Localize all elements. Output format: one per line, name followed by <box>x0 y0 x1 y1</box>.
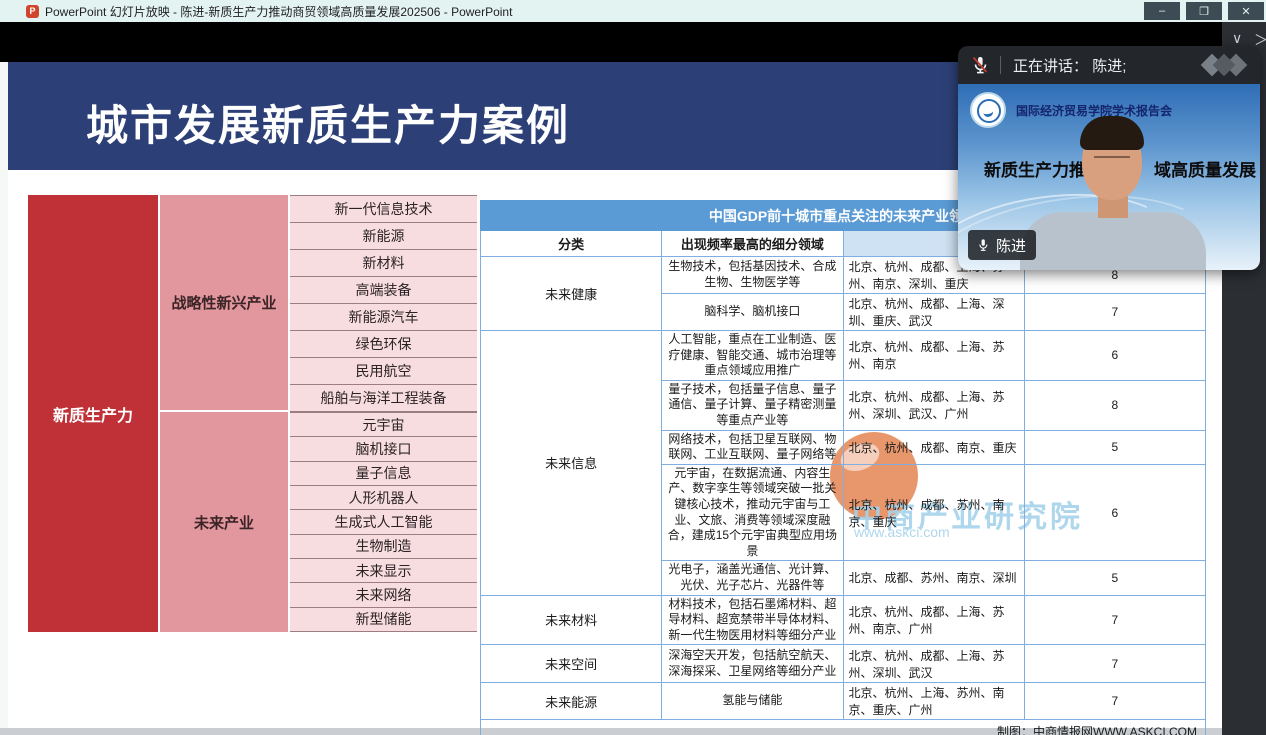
hierarchy-item: 未来网络 <box>290 583 477 607</box>
hierarchy-root-cell: 新质生产力 <box>28 195 160 632</box>
hierarchy-item: 新材料 <box>290 250 477 277</box>
hierarchy-item: 未来显示 <box>290 559 477 583</box>
talk-title-right: 域高质量发展 <box>1154 156 1256 181</box>
university-logo-icon <box>970 92 1006 128</box>
count-cell: 5 <box>1024 561 1205 595</box>
field-cell: 量子技术，包括量子信息、量子通信、量子计算、量子精密测量等重点产业等 <box>662 380 843 430</box>
restore-button[interactable]: ❐ <box>1186 2 1222 20</box>
hierarchy-items-strategic: 新一代信息技术 新能源 新材料 高端装备 新能源汽车 绿色环保 民用航空 船舶与… <box>290 195 477 412</box>
speaker-shoulders <box>1020 212 1206 270</box>
hierarchy-group-label: 未来产业 <box>160 412 288 632</box>
field-cell: 生物技术，包括基因技术、合成生物、生物医学等 <box>662 257 843 294</box>
hierarchy-item: 生成式人工智能 <box>290 510 477 534</box>
cities-cell: 北京、杭州、成都、上海、苏州、深圳、武汉 <box>843 645 1024 683</box>
future-industry-table: 中国GDP前十城市重点关注的未来产业领域 分类 出现频率最高的细分领域 未来健康… <box>480 200 1206 735</box>
hierarchy-group-column: 战略性新兴产业 未来产业 <box>160 195 290 632</box>
mic-muted-icon <box>970 55 990 75</box>
hierarchy-item: 民用航空 <box>290 358 477 385</box>
header-category: 分类 <box>481 231 662 257</box>
hierarchy-item: 新型储能 <box>290 608 477 632</box>
speaker-glasses <box>1094 156 1130 161</box>
count-cell: 6 <box>1024 331 1205 381</box>
header-field: 出现频率最高的细分领域 <box>662 231 843 257</box>
hierarchy-group-label: 战略性新兴产业 <box>160 195 288 412</box>
category-cell: 未来空间 <box>481 645 662 683</box>
slide-title: 城市发展新质生产力案例 <box>86 92 570 153</box>
count-cell: 8 <box>1024 380 1205 430</box>
count-cell: 6 <box>1024 464 1205 561</box>
screen: P PowerPoint 幻灯片放映 - 陈进-新质生产力推动商贸领域高质量发展… <box>0 0 1266 735</box>
field-cell: 深海空天开发，包括航空航天、深海探采、卫星网络等细分产业 <box>662 645 843 683</box>
count-cell: 7 <box>1024 595 1205 645</box>
hierarchy-item: 高端装备 <box>290 277 477 304</box>
category-cell: 未来信息 <box>481 331 662 596</box>
window-titlebar: P PowerPoint 幻灯片放映 - 陈进-新质生产力推动商贸领域高质量发展… <box>0 0 1266 22</box>
count-cell: 7 <box>1024 683 1205 720</box>
category-cell: 未来健康 <box>481 257 662 331</box>
speaking-status: 正在讲话： 陈进; <box>1013 55 1126 76</box>
field-cell: 脑科学、脑机接口 <box>662 294 843 331</box>
speaking-name: 陈进; <box>1092 58 1126 75</box>
hierarchy-item: 绿色环保 <box>290 331 477 358</box>
org-title: 国际经济贸易学院学术报告会 <box>1016 102 1172 119</box>
table-row: 未来能源 氢能与储能 北京、杭州、上海、苏州、南京、重庆、广州 7 <box>481 683 1206 720</box>
field-cell: 元宇宙，在数据流通、内容生产、数字孪生等领域突破一批关键核心技术，推动元宇宙与工… <box>662 464 843 561</box>
speaking-bar: 正在讲话： 陈进; <box>958 46 1260 84</box>
window-title: PowerPoint 幻灯片放映 - 陈进-新质生产力推动商贸领域高质量发展20… <box>45 3 512 20</box>
cities-cell: 北京、杭州、上海、苏州、南京、重庆、广州 <box>843 683 1024 720</box>
field-cell: 光电子，涵盖光通信、光计算、光伏、光子芯片、光器件等 <box>662 561 843 595</box>
hierarchy-items-future: 元宇宙 脑机接口 量子信息 人形机器人 生成式人工智能 生物制造 未来显示 未来… <box>290 412 477 632</box>
category-cell: 未来能源 <box>481 683 662 720</box>
table-footer-row: 制图：中商情报网WWW.ASKCI.COM <box>481 720 1206 735</box>
hierarchy-item: 人形机器人 <box>290 486 477 510</box>
table-row: 未来材料 材料技术，包括石墨烯材料、超导材料、超宽禁带半导体材料、新一代生物医用… <box>481 595 1206 645</box>
cities-cell: 北京、杭州、成都、南京、重庆 <box>843 430 1024 464</box>
field-cell: 网络技术，包括卫星互联网、物联网、工业互联网、量子网络等 <box>662 430 843 464</box>
hierarchy-item-column: 新一代信息技术 新能源 新材料 高端装备 新能源汽车 绿色环保 民用航空 船舶与… <box>290 195 477 632</box>
hierarchy-item: 船舶与海洋工程装备 <box>290 385 477 412</box>
speaker-video: 国际经济贸易学院学术报告会 新质生产力推 域高质量发展 陈进 <box>958 84 1260 270</box>
speaker-name-badge: 陈进 <box>968 230 1036 260</box>
mic-icon <box>976 238 990 252</box>
count-cell: 5 <box>1024 430 1205 464</box>
powerpoint-icon: P <box>26 5 39 18</box>
cities-cell: 北京、杭州、成都、上海、深圳、重庆、武汉 <box>843 294 1024 331</box>
hierarchy-item: 新一代信息技术 <box>290 195 477 223</box>
table-row: 未来信息 人工智能，重点在工业制造、医疗健康、智能交通、城市治理等重点领域应用推… <box>481 331 1206 381</box>
hierarchy-item: 量子信息 <box>290 462 477 486</box>
count-cell: 7 <box>1024 294 1205 331</box>
cities-cell: 北京、杭州、成都、上海、苏州、深圳、武汉、广州 <box>843 380 1024 430</box>
hierarchy-item: 生物制造 <box>290 535 477 559</box>
field-cell: 材料技术，包括石墨烯材料、超导材料、超宽禁带半导体材料、新一代生物医用材料等细分… <box>662 595 843 645</box>
hierarchy-item: 脑机接口 <box>290 437 477 461</box>
window-controls: – ❐ ✕ <box>1144 2 1264 20</box>
cities-cell: 北京、杭州、成都、上海、苏州、南京、广州 <box>843 595 1024 645</box>
close-button[interactable]: ✕ <box>1228 2 1264 20</box>
chevron-down-icon[interactable]: ∨ <box>1232 30 1242 47</box>
table-row: 未来空间 深海空天开发，包括航空航天、深海探采、卫星网络等细分产业 北京、杭州、… <box>481 645 1206 683</box>
divider <box>1000 56 1001 74</box>
hierarchy-root-label: 新质生产力 <box>53 402 133 426</box>
field-cell: 氢能与储能 <box>662 683 843 720</box>
productivity-hierarchy-diagram: 新质生产力 战略性新兴产业 未来产业 新一代信息技术 新能源 新材料 高端装备 … <box>28 195 477 632</box>
field-cell: 人工智能，重点在工业制造、医疗健康、智能交通、城市治理等重点领域应用推广 <box>662 331 843 381</box>
minimize-button[interactable]: – <box>1144 2 1180 20</box>
hierarchy-item: 新能源汽车 <box>290 304 477 331</box>
meeting-video-panel[interactable]: 正在讲话： 陈进; 国际经济贸易学院学术报告会 新质生产力推 域高质量发展 <box>958 46 1260 270</box>
cities-cell: 北京、成都、苏州、南京、深圳 <box>843 561 1024 595</box>
hierarchy-item: 新能源 <box>290 223 477 250</box>
speaker-badge-name: 陈进 <box>996 235 1026 256</box>
count-cell: 7 <box>1024 645 1205 683</box>
speaking-label: 正在讲话： <box>1013 58 1088 75</box>
meeting-app-logo-icon <box>1202 53 1248 77</box>
cities-cell: 北京、杭州、成都、上海、苏州、南京 <box>843 331 1024 381</box>
talk-title-left: 新质生产力推 <box>984 156 1086 181</box>
category-cell: 未来材料 <box>481 595 662 645</box>
video-slide-header: 国际经济贸易学院学术报告会 <box>970 92 1172 128</box>
hierarchy-item: 元宇宙 <box>290 412 477 437</box>
cities-cell: 北京、杭州、成都、苏州、南京、重庆 <box>843 464 1024 561</box>
table-attribution: 制图：中商情报网WWW.ASKCI.COM <box>481 720 1206 735</box>
left-edge-strip <box>0 62 8 735</box>
